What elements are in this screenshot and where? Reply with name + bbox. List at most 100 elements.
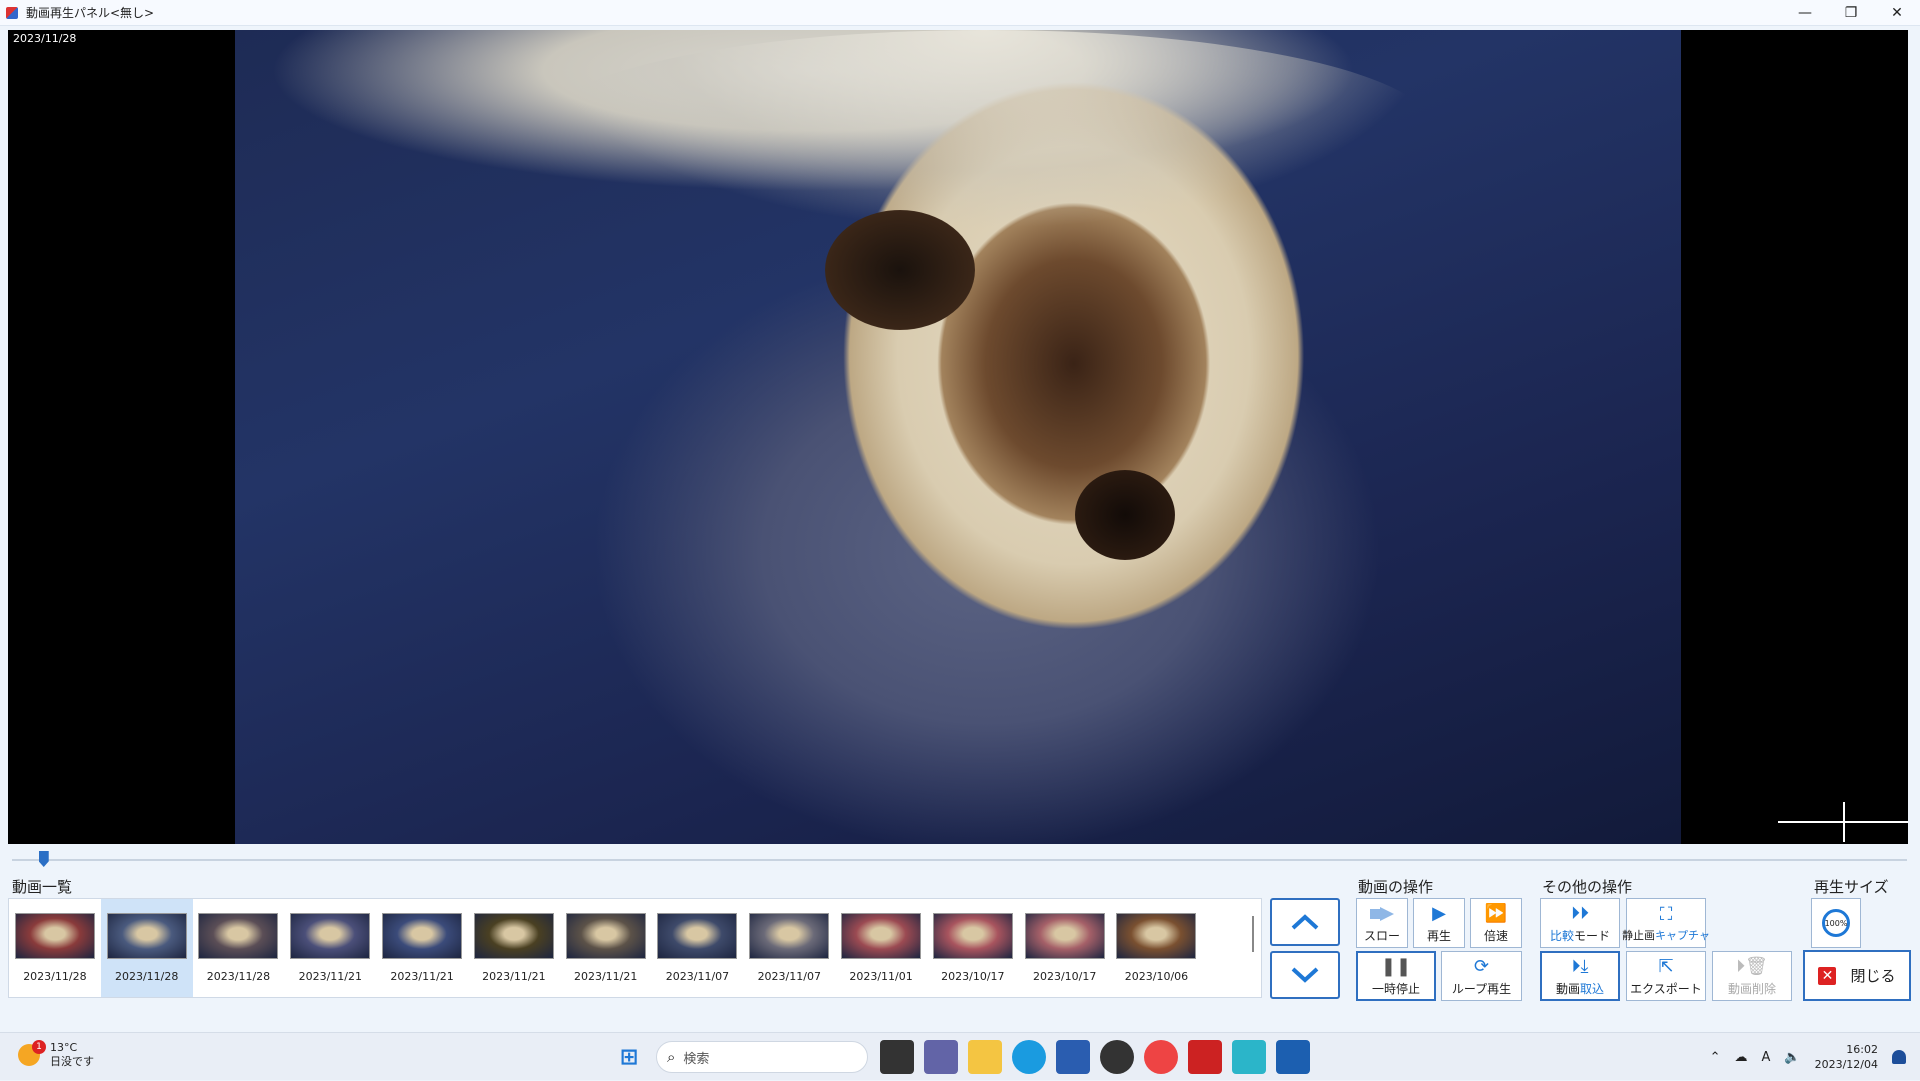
video-thumbnail-image: [749, 913, 830, 959]
app-icon-red[interactable]: [1188, 1040, 1222, 1074]
export-button[interactable]: ⇱ エクスポート: [1626, 951, 1706, 1001]
close-button[interactable]: ✕ 閉じる: [1803, 950, 1911, 1001]
video-thumbnail[interactable]: 2023/11/28: [9, 899, 101, 997]
app-icon-on[interactable]: [1276, 1040, 1310, 1074]
app-icon: [6, 6, 18, 19]
task-view-icon[interactable]: [880, 1040, 914, 1074]
pause-button[interactable]: ❚❚ 一時停止: [1356, 951, 1436, 1001]
slow-button[interactable]: スロー: [1356, 898, 1408, 948]
loop-icon: ⟳: [1473, 956, 1490, 977]
chevron-down-icon: [1291, 967, 1319, 983]
video-thumbnail-image: [565, 913, 646, 959]
video-thumbnail-date: 2023/11/21: [298, 970, 362, 983]
video-thumbnail-date: 2023/11/21: [573, 970, 638, 983]
weather-icon: 1: [18, 1040, 46, 1066]
list-scrollbar[interactable]: [1252, 916, 1254, 952]
store-icon[interactable]: [1056, 1040, 1090, 1074]
chrome-icon[interactable]: [1144, 1040, 1178, 1074]
start-icon[interactable]: ⊞: [612, 1040, 646, 1074]
fast-forward-icon: ⏩: [1484, 903, 1508, 924]
play-button[interactable]: ▶ 再生: [1413, 898, 1465, 948]
video-thumbnail-image: [932, 913, 1013, 959]
magnifier-icon: 100%: [1822, 909, 1850, 937]
ime-indicator[interactable]: A: [1762, 1050, 1771, 1065]
close-window-button[interactable]: ✕: [1874, 0, 1920, 26]
video-thumbnail[interactable]: 2023/10/17: [1019, 899, 1111, 997]
video-thumbnail-date: 2023/11/28: [23, 970, 87, 983]
search-box[interactable]: ⌕ 検索: [656, 1041, 868, 1073]
video-thumbnail[interactable]: 2023/11/07: [743, 899, 835, 997]
video-thumbnail[interactable]: 2023/11/21: [376, 899, 468, 997]
loop-play-button[interactable]: ⟳ ループ再生: [1441, 951, 1522, 1001]
clock[interactable]: 16:02 2023/12/04: [1815, 1042, 1878, 1072]
speaker-icon[interactable]: 🔈: [1784, 1050, 1800, 1065]
video-list: 2023/11/28 2023/11/28 2023/11/28 2023/11/21…: [8, 898, 1262, 998]
video-player[interactable]: 2023/11/28: [8, 30, 1908, 844]
search-icon: ⌕: [667, 1048, 676, 1066]
video-thumbnail[interactable]: 2023/10/06: [1111, 899, 1203, 997]
slow-icon: [1370, 903, 1394, 925]
restore-button[interactable]: ❐: [1828, 0, 1874, 26]
play-size-label: 再生サイズ: [1814, 878, 1889, 896]
weather-temp: 13°C: [50, 1041, 78, 1054]
window-title: 動画再生パネル<無し>: [26, 6, 155, 20]
seek-bar-track[interactable]: [12, 859, 1907, 861]
video-thumbnail-image: [1024, 913, 1105, 959]
video-thumbnail[interactable]: 2023/11/01: [835, 899, 927, 997]
video-thumbnail-image: [1116, 913, 1197, 959]
video-thumbnail[interactable]: 2023/11/21: [284, 899, 376, 997]
video-thumbnail-date: 2023/11/21: [390, 970, 454, 983]
teams-icon[interactable]: [924, 1040, 958, 1074]
video-thumbnail-image: [657, 913, 738, 959]
video-thumbnail-image: [106, 913, 187, 959]
import-video-button[interactable]: ⏵⤓ 動画取込: [1540, 951, 1620, 1001]
compare-icon: ⏵⏵: [1571, 903, 1589, 924]
scroll-up-button[interactable]: [1270, 898, 1340, 946]
chevron-up-icon: [1291, 914, 1319, 930]
dell-icon[interactable]: [1100, 1040, 1134, 1074]
video-thumbnail-date: 2023/11/21: [482, 970, 546, 983]
weather-badge: 1: [32, 1040, 46, 1054]
video-thumbnail-date: 2023/10/17: [1032, 970, 1097, 983]
title-bar: 動画再生パネル<無し> — ❐ ✕: [0, 0, 1920, 26]
video-thumbnail-image: [14, 913, 95, 959]
scroll-down-button[interactable]: [1270, 951, 1340, 999]
export-icon: ⇱: [1658, 956, 1674, 977]
weather-widget[interactable]: 1 13°C 日没です: [18, 1040, 94, 1069]
capture-frame-icon: ⛶: [1659, 903, 1673, 925]
capture-still-button[interactable]: ⛶ 静止画キャプチャ: [1622, 898, 1710, 948]
app-icon-v[interactable]: [1232, 1040, 1266, 1074]
video-thumbnail-date: 2023/11/07: [665, 970, 730, 983]
minimize-button[interactable]: —: [1782, 0, 1828, 26]
play-icon: ▶: [1432, 903, 1446, 924]
zoom-100-button[interactable]: 100%: [1811, 898, 1861, 948]
video-thumbnail-image: [198, 913, 279, 959]
video-thumbnail[interactable]: 2023/11/07: [652, 899, 744, 997]
video-thumbnail[interactable]: 2023/10/17: [927, 899, 1019, 997]
taskbar: 1 13°C 日没です ⊞ ⌕ 検索 ⌃ ☁ A 🔈 16:02 2023/12…: [0, 1032, 1920, 1080]
video-thumbnail-date: 2023/11/28: [206, 970, 271, 983]
video-thumbnail[interactable]: 2023/11/28: [100, 899, 193, 997]
compare-mode-button[interactable]: ⏵⏵ 比較モード: [1540, 898, 1620, 948]
notification-bell-icon[interactable]: [1892, 1050, 1906, 1064]
video-thumbnail-image: [473, 913, 554, 959]
video-thumbnail[interactable]: 2023/11/21: [468, 899, 560, 997]
video-thumbnail-date: 2023/11/28: [114, 970, 179, 983]
delete-video-button[interactable]: ⏵🗑 動画削除: [1712, 951, 1792, 1001]
pause-icon: ❚❚: [1380, 956, 1412, 977]
video-ops-label: 動画の操作: [1358, 878, 1434, 896]
fast-button[interactable]: ⏩ 倍速: [1470, 898, 1522, 948]
video-date: 2023/11/28: [13, 32, 77, 45]
edge-icon[interactable]: [1012, 1040, 1046, 1074]
other-ops-label: その他の操作: [1542, 878, 1633, 896]
file-explorer-icon[interactable]: [968, 1040, 1002, 1074]
seek-bar-thumb[interactable]: [38, 851, 49, 867]
video-thumbnail-date: 2023/10/17: [941, 970, 1005, 983]
video-thumbnail[interactable]: 2023/11/21: [560, 899, 652, 997]
close-icon: ✕: [1818, 966, 1837, 985]
onedrive-icon[interactable]: ☁: [1735, 1050, 1748, 1065]
video-thumbnail-date: 2023/11/07: [757, 970, 821, 983]
weather-desc: 日没です: [50, 1055, 94, 1068]
tray-chevron-icon[interactable]: ⌃: [1710, 1050, 1721, 1065]
video-thumbnail[interactable]: 2023/11/28: [193, 899, 285, 997]
